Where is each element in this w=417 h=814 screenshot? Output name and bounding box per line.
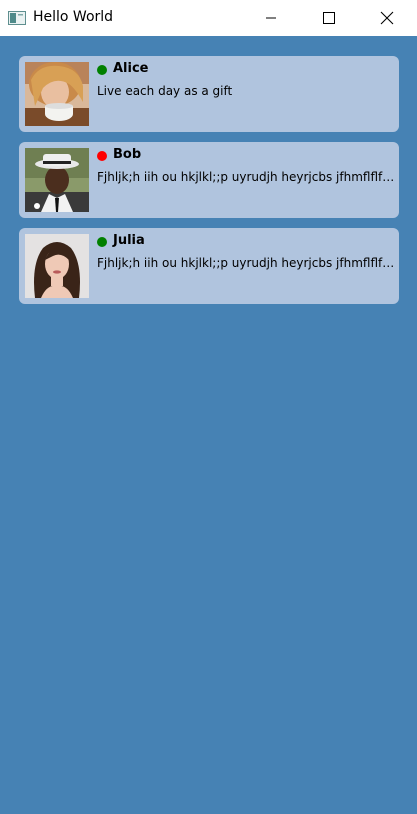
close-icon — [380, 11, 394, 25]
contact-card-julia[interactable]: Julia Fjhljk;h iih ou hkjlkl;;p uyrudjh … — [19, 228, 399, 304]
contact-name: Alice — [113, 61, 149, 76]
contact-list-area: Alice Live each day as a gift Bob Fjhljk… — [0, 36, 417, 814]
status-online-indicator — [97, 65, 107, 75]
status-offline-indicator — [97, 151, 107, 161]
avatar-bob — [25, 148, 89, 212]
close-button[interactable] — [364, 0, 410, 36]
title-bar: Hello World — [0, 0, 417, 36]
contact-message: Fjhljk;h iih ou hkjlkl;;p uyrudjh heyrjc… — [97, 170, 397, 184]
maximize-icon — [323, 12, 335, 24]
minimize-icon — [266, 17, 276, 19]
contact-message: Live each day as a gift — [97, 84, 233, 98]
contact-name: Julia — [113, 233, 145, 248]
contact-name: Bob — [113, 147, 142, 162]
contact-card-bob[interactable]: Bob Fjhljk;h iih ou hkjlkl;;p uyrudjh he… — [19, 142, 399, 218]
maximize-button[interactable] — [306, 0, 352, 36]
app-icon — [8, 10, 26, 25]
avatar-julia — [25, 234, 89, 298]
avatar-alice — [25, 62, 89, 126]
contact-card-alice[interactable]: Alice Live each day as a gift — [19, 56, 399, 132]
status-online-indicator — [97, 237, 107, 247]
minimize-button[interactable] — [248, 0, 294, 36]
window-title: Hello World — [33, 9, 114, 25]
contact-message: Fjhljk;h iih ou hkjlkl;;p uyrudjh heyrjc… — [97, 256, 397, 270]
